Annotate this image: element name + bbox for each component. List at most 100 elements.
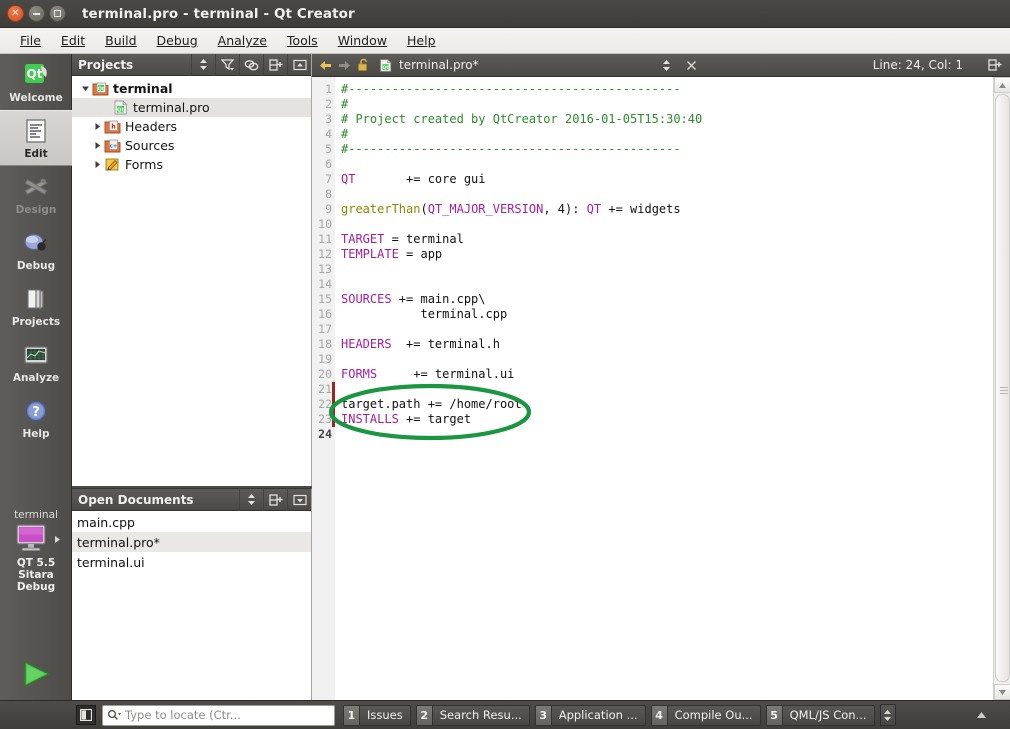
code-line[interactable]: #---------------------------------------…	[341, 82, 993, 97]
tree-node-sources[interactable]: c+ Sources	[72, 136, 311, 155]
code-line[interactable]: SOURCES += main.cpp\	[341, 292, 993, 307]
window-close-icon[interactable]: ✕	[7, 5, 24, 22]
output-pane-spinner-updown-chevron-icon[interactable]	[879, 704, 896, 726]
chevron-right-icon[interactable]	[53, 529, 62, 548]
code-line[interactable]: #	[341, 97, 993, 112]
output-pane-search-results[interactable]: 2 Search Resu...	[415, 704, 530, 726]
code-editor[interactable]: 1 2 3 4 5 6 7 8 9 10 11 12 13 14 15 16 17 18 19 20 21 22 23 24 …	[312, 77, 1010, 700]
output-expand-chevron-up-icon[interactable]	[970, 704, 992, 726]
run-button[interactable]	[18, 659, 54, 693]
code-line[interactable]	[341, 322, 993, 337]
forms-folder-icon	[104, 157, 121, 172]
filter-icon[interactable]	[215, 53, 239, 76]
code-token: target.path += /home/root	[341, 397, 522, 411]
code-line[interactable]	[341, 262, 993, 277]
menu-analyze[interactable]: Analyze	[208, 30, 277, 51]
chevron-right-icon[interactable]	[90, 122, 104, 131]
tree-node-terminal-pro[interactable]: Qt terminal.pro	[72, 98, 311, 117]
mode-design[interactable]: Design	[0, 166, 72, 222]
document-item-terminal-pro[interactable]: terminal.pro*	[72, 532, 311, 552]
code-line[interactable]: target.path += /home/root	[341, 397, 993, 412]
scrollbar-thumb[interactable]	[995, 94, 1010, 682]
output-pane-compile-output[interactable]: 4 Compile Ou...	[650, 704, 761, 726]
code-text[interactable]: #---------------------------------------…	[328, 77, 993, 700]
split-plus-icon[interactable]	[263, 488, 287, 511]
close-x-icon[interactable]	[682, 54, 701, 77]
mode-help[interactable]: ? Help	[0, 390, 72, 446]
tree-node-forms[interactable]: Forms	[72, 155, 311, 174]
window-title: terminal.pro - terminal - Qt Creator	[82, 5, 355, 22]
code-line[interactable]: TEMPLATE = app	[341, 247, 993, 262]
mode-debug[interactable]: Debug	[0, 222, 72, 278]
pane-label: Application ...	[558, 708, 638, 722]
editor-filename-label: terminal.pro*	[399, 58, 479, 72]
tree-node-terminal-label: terminal	[113, 81, 173, 96]
kit-selector[interactable]: terminal QT 5.5 Sitara Debug	[0, 509, 72, 593]
chevron-right-icon[interactable]	[90, 160, 104, 169]
split-plus-icon[interactable]	[263, 53, 287, 76]
scroll-down-icon[interactable]	[994, 684, 1010, 700]
code-line[interactable]	[341, 382, 993, 397]
locator-field[interactable]: Type to locate (Ctr...	[102, 704, 335, 726]
pro-file-icon: Qt	[376, 54, 394, 77]
tree-node-terminal[interactable]: Qt terminal	[72, 79, 311, 98]
editor-file-dropdown-updown-chevron-icon[interactable]	[657, 54, 676, 77]
document-item-terminal-ui[interactable]: terminal.ui	[72, 552, 311, 572]
code-line[interactable]: QT += core gui	[341, 172, 993, 187]
bug-icon	[21, 228, 51, 258]
arrow-back-icon[interactable]	[316, 54, 335, 77]
mode-analyze[interactable]: Analyze	[0, 334, 72, 390]
menu-build[interactable]: Build	[95, 30, 146, 51]
minimize-panel-icon[interactable]	[287, 488, 311, 511]
menu-file[interactable]: File	[10, 30, 51, 51]
code-line[interactable]: HEADERS += terminal.h	[341, 337, 993, 352]
code-line[interactable]	[341, 277, 993, 292]
code-line[interactable]: FORMS += terminal.ui	[341, 367, 993, 382]
menu-tools[interactable]: Tools	[277, 30, 328, 51]
code-line[interactable]	[341, 157, 993, 172]
mode-projects-label: Projects	[11, 316, 61, 328]
menu-edit[interactable]: Edit	[51, 30, 95, 51]
panel-selector-updown-chevron-icon[interactable]	[191, 53, 215, 76]
menu-debug[interactable]: Debug	[147, 30, 208, 51]
open-documents-header: Open Documents	[72, 488, 311, 511]
tree-node-sources-label: Sources	[125, 138, 175, 153]
tree-node-headers[interactable]: h Headers	[72, 117, 311, 136]
code-line[interactable]	[341, 187, 993, 202]
pane-number: 2	[416, 705, 433, 725]
unlocked-padlock-icon[interactable]	[354, 54, 373, 77]
chevron-down-icon[interactable]	[78, 84, 92, 93]
output-pane-qml-js-console[interactable]: 5 QML/JS Con...	[765, 704, 875, 726]
code-line[interactable]: #	[341, 127, 993, 142]
code-token: TARGET	[341, 232, 385, 246]
mode-projects[interactable]: Projects	[0, 278, 72, 334]
split-plus-icon[interactable]	[985, 54, 1004, 77]
panel-selector-updown-chevron-icon[interactable]	[239, 488, 263, 511]
code-line[interactable]: INSTALLS += target	[341, 412, 993, 427]
chevron-right-icon[interactable]	[90, 141, 104, 150]
scroll-up-icon[interactable]	[994, 77, 1010, 93]
menu-window[interactable]: Window	[328, 30, 397, 51]
menu-help[interactable]: Help	[397, 30, 446, 51]
editor-vertical-scrollbar[interactable]	[993, 77, 1010, 700]
mode-edit[interactable]: Edit	[0, 110, 72, 166]
code-line[interactable]: greaterThan(QT_MAJOR_VERSION, 4): QT += …	[341, 202, 993, 217]
code-line[interactable]	[341, 352, 993, 367]
mode-welcome[interactable]: Qt Welcome	[0, 54, 72, 110]
minimize-panel-icon[interactable]	[287, 53, 311, 76]
code-line[interactable]: TARGET = terminal	[341, 232, 993, 247]
pane-label: Issues	[367, 708, 403, 722]
window-maximize-icon[interactable]	[49, 5, 66, 22]
output-pane-issues[interactable]: 1 Issues	[343, 704, 411, 726]
sidebar-toggle-icon[interactable]	[76, 705, 96, 725]
code-line[interactable]	[341, 217, 993, 232]
link-sync-icon[interactable]	[239, 53, 263, 76]
document-item-main-cpp[interactable]: main.cpp	[72, 512, 311, 532]
code-line[interactable]: terminal.cpp	[341, 307, 993, 322]
code-line[interactable]: # Project created by QtCreator 2016-01-0…	[341, 112, 993, 127]
arrow-forward-icon[interactable]	[335, 54, 354, 77]
code-line[interactable]: #---------------------------------------…	[341, 142, 993, 157]
code-line[interactable]	[341, 427, 993, 442]
window-minimize-icon[interactable]	[28, 5, 45, 22]
output-pane-application-output[interactable]: 3 Application ...	[534, 704, 646, 726]
